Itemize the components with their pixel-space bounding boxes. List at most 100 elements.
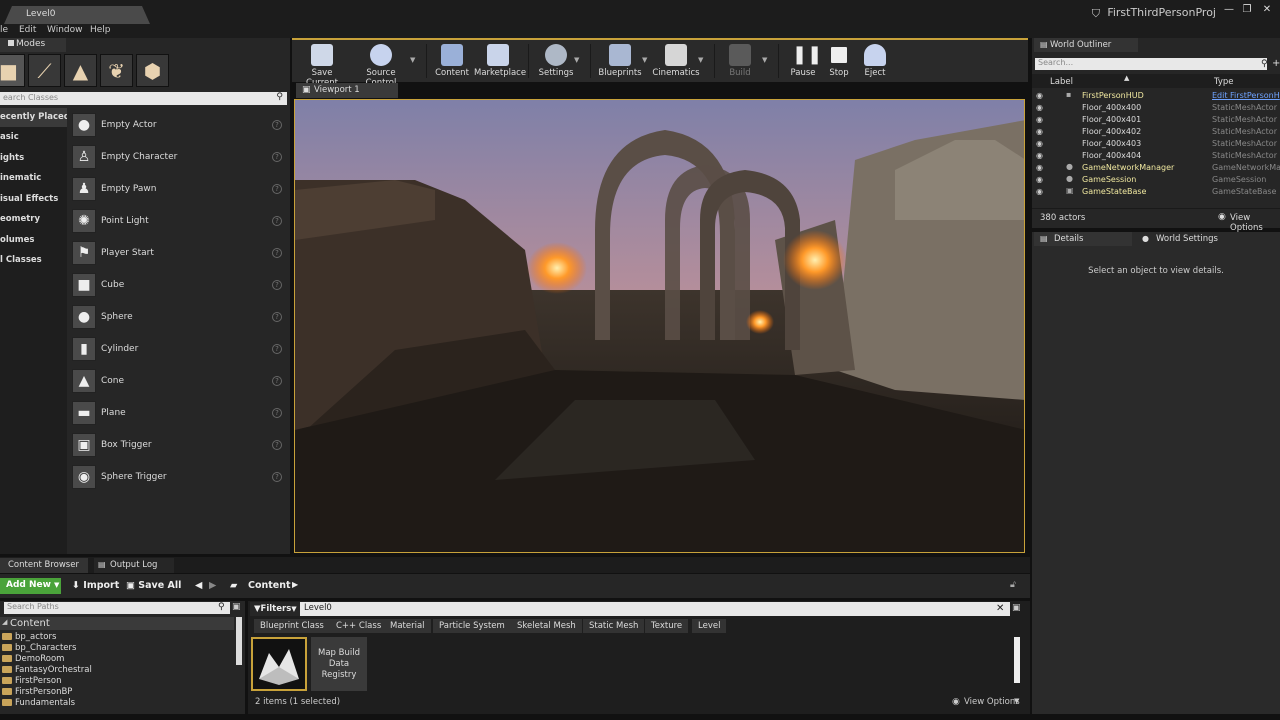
visibility-eye-icon[interactable]: ◉ (1036, 139, 1043, 148)
menu-file[interactable]: le (0, 25, 8, 35)
help-icon[interactable]: ? (272, 312, 282, 322)
help-icon[interactable]: ? (272, 408, 282, 418)
folder-root-row[interactable]: ◢ Content (0, 617, 234, 630)
folder-item[interactable]: DemoRoom (2, 654, 64, 665)
search-paths-input[interactable]: Search Paths (4, 602, 230, 614)
chevron-down-icon[interactable]: ▼ (410, 56, 415, 64)
landscape-mode-icon[interactable]: ▲ (64, 54, 97, 87)
list-item[interactable]: ● Empty Actor? (70, 112, 288, 142)
type-column-header[interactable]: Type (1214, 77, 1234, 87)
help-icon[interactable]: ? (272, 216, 282, 226)
content-button[interactable]: Content (434, 42, 470, 82)
chevron-down-icon[interactable]: ◢ (2, 618, 7, 626)
chevron-down-icon[interactable]: ▼ (574, 56, 579, 64)
filter-chip-material[interactable]: Material (384, 619, 431, 633)
world-settings-tab[interactable]: ● World Settings (1136, 232, 1246, 246)
list-item[interactable]: ● Sphere? (70, 304, 288, 334)
table-row[interactable]: ◉ Floor_400x400 StaticMeshActor (1032, 102, 1280, 114)
level-document-tab[interactable]: Level0 (4, 6, 150, 24)
modes-tab[interactable]: Modes (0, 38, 66, 52)
help-icon[interactable]: ? (272, 440, 282, 450)
list-item[interactable]: ▲ Cone? (70, 368, 288, 398)
folder-item[interactable]: FirstPerson (2, 676, 61, 687)
help-icon[interactable]: ? (272, 280, 282, 290)
folder-scrollbar[interactable] (236, 617, 242, 665)
chevron-down-icon[interactable]: ▼ (762, 56, 767, 64)
label-column-header[interactable]: Label (1050, 77, 1073, 87)
foliage-mode-icon[interactable]: ❦ (100, 54, 133, 87)
help-icon[interactable]: ? (272, 472, 282, 482)
list-item[interactable]: ⚑ Player Start? (70, 240, 288, 270)
filter-chip-static-mesh[interactable]: Static Mesh (583, 619, 645, 633)
source-control-button[interactable]: Source Control (352, 42, 410, 88)
help-icon[interactable]: ? (272, 184, 282, 194)
pause-button[interactable]: ❚❚ Pause (788, 42, 823, 82)
asset-scrollbar[interactable] (1014, 637, 1020, 683)
save-all-button[interactable]: ▣ Save All (126, 580, 181, 591)
outliner-search-input[interactable]: Search... (1035, 58, 1267, 70)
table-row[interactable]: ◉ ● GameNetworkManager GameNetworkMar (1032, 162, 1280, 174)
category-all-classes[interactable]: l Classes (0, 251, 67, 270)
list-item[interactable]: ▬ Plane? (70, 400, 288, 430)
table-row[interactable]: ◉ Floor_400x404 StaticMeshActor (1032, 150, 1280, 162)
list-item[interactable]: ♟ Empty Pawn? (70, 176, 288, 206)
details-tab[interactable]: ▤ Details (1034, 232, 1132, 246)
list-item[interactable]: ■ Cube? (70, 272, 288, 302)
cinematics-button[interactable]: Cinematics (652, 42, 700, 82)
folder-item[interactable]: Fundamentals (2, 698, 75, 709)
add-icon[interactable]: + (1272, 58, 1280, 69)
table-row[interactable]: ◉ Floor_400x401 StaticMeshActor (1032, 114, 1280, 126)
category-recently-placed[interactable]: ecently Placed (0, 108, 67, 127)
table-row[interactable]: ◉ ● GameSession GameSession (1032, 174, 1280, 186)
paint-mode-icon[interactable]: ⟋ (28, 54, 61, 87)
save-current-button[interactable]: Save Current (296, 42, 348, 88)
save-search-icon[interactable]: ▣ (1012, 603, 1021, 613)
filters-button[interactable]: ▼Filters▼ (254, 604, 297, 614)
blueprints-button[interactable]: Blueprints (598, 42, 642, 82)
list-item[interactable]: ♙ Empty Character? (70, 144, 288, 174)
forward-arrow-icon[interactable]: ▶ (209, 580, 216, 591)
visibility-eye-icon[interactable]: ◉ (1036, 115, 1043, 124)
list-item[interactable]: ◉ Sphere Trigger? (70, 464, 288, 494)
search-classes-input[interactable]: earch Classes ⚲ (0, 92, 287, 105)
visibility-eye-icon[interactable]: ◉ (1036, 127, 1043, 136)
filter-chip-blueprint-class[interactable]: Blueprint Class (254, 619, 330, 633)
restore-button[interactable]: ❐ (1240, 4, 1254, 16)
visibility-eye-icon[interactable]: ◉ (1036, 103, 1043, 112)
menu-help[interactable]: Help (90, 25, 111, 35)
level-asset-tile[interactable] (251, 637, 307, 691)
folder-item[interactable]: bp_Characters (2, 643, 76, 654)
minimize-button[interactable]: — (1222, 4, 1236, 16)
category-visual-effects[interactable]: isual Effects (0, 190, 67, 209)
category-lights[interactable]: ights (0, 149, 67, 168)
back-arrow-icon[interactable]: ◀ (195, 580, 202, 591)
stop-button[interactable]: Stop (824, 42, 854, 82)
table-row[interactable]: ◉ ▪ FirstPersonHUD Edit FirstPersonH (1032, 90, 1280, 102)
clear-search-icon[interactable]: ✕ (996, 603, 1004, 614)
add-new-button[interactable]: Add New ▼ (0, 578, 61, 594)
close-button[interactable]: ✕ (1260, 4, 1274, 16)
filter-chip-particle-system[interactable]: Particle System (433, 619, 511, 633)
view-options-button[interactable]: View Options (1230, 213, 1280, 233)
help-icon[interactable]: ? (272, 120, 282, 130)
filter-chip-skeletal-mesh[interactable]: Skeletal Mesh (511, 619, 582, 633)
menu-window[interactable]: Window (47, 25, 83, 35)
viewport-tab[interactable]: Viewport 1 (296, 83, 398, 98)
map-build-data-registry-asset-tile[interactable]: Map Build Data Registry (311, 637, 367, 691)
list-item[interactable]: ▮ Cylinder? (70, 336, 288, 366)
world-outliner-tab[interactable]: ▤ World Outliner (1034, 38, 1138, 52)
edit-link[interactable]: Edit FirstPersonH (1212, 91, 1280, 100)
chevron-down-icon[interactable]: ▼ (1014, 697, 1019, 705)
import-button[interactable]: ⬇ Import (72, 580, 119, 591)
build-button[interactable]: Build (722, 42, 758, 82)
folder-item[interactable]: FantasyOrchestral (2, 665, 92, 676)
path-chevron-icon[interactable]: ▶ (292, 580, 298, 589)
level-viewport[interactable] (294, 99, 1025, 553)
help-icon[interactable]: ? (272, 376, 282, 386)
visibility-eye-icon[interactable]: ◉ (1036, 91, 1043, 100)
chevron-down-icon[interactable]: ▼ (698, 56, 703, 64)
help-icon[interactable]: ? (272, 344, 282, 354)
folder-item[interactable]: FirstPersonBP (2, 687, 72, 698)
content-browser-tab[interactable]: Content Browser (0, 558, 88, 573)
table-row[interactable]: ◉ ▣ GameStateBase GameStateBase (1032, 186, 1280, 198)
